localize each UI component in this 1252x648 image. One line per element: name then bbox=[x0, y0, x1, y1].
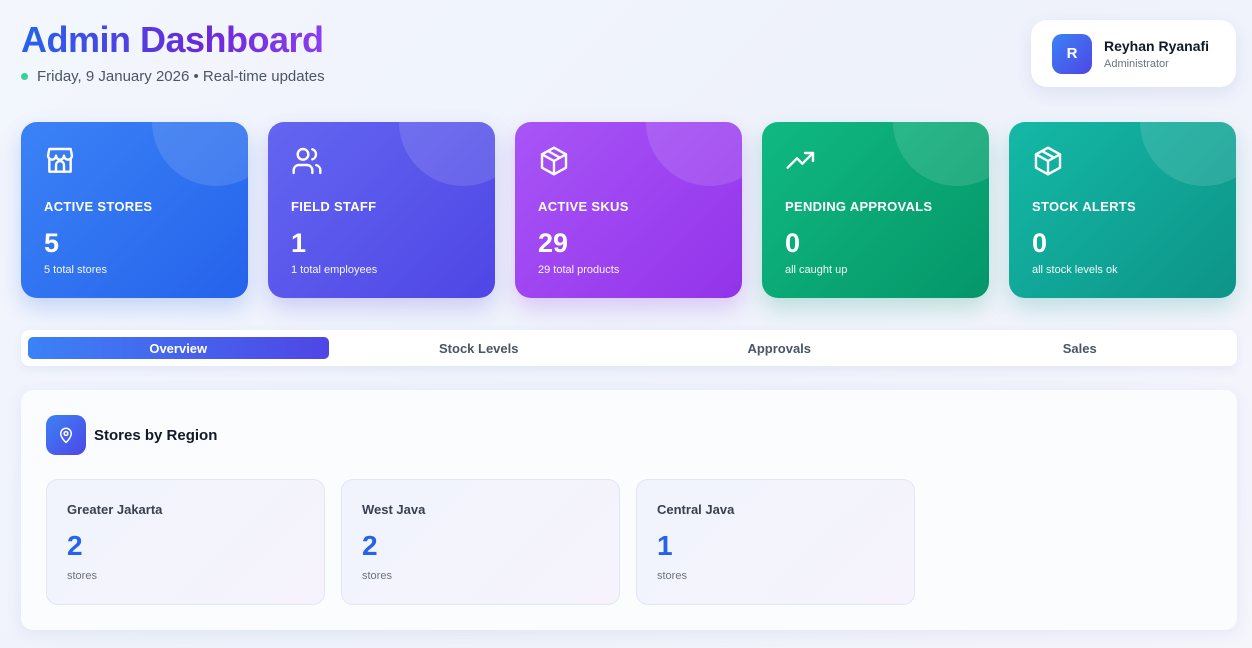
stat-value: 0 bbox=[1032, 228, 1048, 258]
region-count: 2 bbox=[362, 530, 378, 561]
live-status-dot-icon bbox=[21, 73, 28, 80]
user-name: Reyhan Ryanafi bbox=[1104, 37, 1210, 54]
stat-note: 5 total stores bbox=[44, 264, 107, 276]
page-header: Admin Dashboard Friday, 9 January 2026 •… bbox=[21, 18, 325, 85]
region-unit: stores bbox=[67, 570, 97, 582]
stat-value: 1 bbox=[291, 228, 307, 258]
avatar: R bbox=[1052, 33, 1092, 74]
region-unit: stores bbox=[657, 570, 687, 582]
region-card-west-java[interactable]: West Java 2 stores bbox=[341, 479, 620, 605]
stat-note: 1 total employees bbox=[291, 264, 378, 276]
card-decoration bbox=[1140, 122, 1236, 186]
stat-value: 5 bbox=[44, 228, 60, 258]
users-icon bbox=[291, 145, 323, 177]
region-card-central-java[interactable]: Central Java 1 stores bbox=[636, 479, 915, 605]
region-card-greater-jakarta[interactable]: Greater Jakarta 2 stores bbox=[46, 479, 325, 605]
stores-by-region-panel: Stores by Region Greater Jakarta 2 store… bbox=[21, 390, 1237, 630]
package-icon bbox=[1032, 145, 1064, 177]
stat-note: all stock levels ok bbox=[1032, 264, 1118, 276]
stat-label: ACTIVE SKUS bbox=[538, 199, 629, 214]
card-decoration bbox=[893, 122, 989, 186]
stat-cards: ACTIVE STORES 5 5 total stores FIELD STA… bbox=[21, 122, 1236, 298]
stat-card-field-staff[interactable]: FIELD STAFF 1 1 total employees bbox=[268, 122, 495, 298]
admin-dashboard: Admin Dashboard Friday, 9 January 2026 •… bbox=[0, 0, 1252, 648]
stat-note: all caught up bbox=[785, 264, 848, 276]
region-name: Central Java bbox=[657, 502, 735, 517]
dashboard-tabs: Overview Stock Levels Approvals Sales bbox=[21, 330, 1237, 366]
page-title: Admin Dashboard bbox=[21, 19, 324, 60]
page-subtitle: Friday, 9 January 2026 • Real-time updat… bbox=[21, 68, 325, 85]
stat-label: FIELD STAFF bbox=[291, 199, 377, 214]
stat-value: 29 bbox=[538, 228, 569, 258]
card-decoration bbox=[646, 122, 742, 186]
stat-card-active-stores[interactable]: ACTIVE STORES 5 5 total stores bbox=[21, 122, 248, 298]
stat-label: ACTIVE STORES bbox=[44, 199, 153, 214]
stat-value: 0 bbox=[785, 228, 801, 258]
stat-note: 29 total products bbox=[538, 264, 620, 276]
region-count: 1 bbox=[657, 530, 673, 561]
map-pin-icon bbox=[46, 415, 86, 455]
user-role: Administrator bbox=[1104, 57, 1169, 70]
user-profile-card[interactable]: R Reyhan Ryanafi Administrator bbox=[1031, 20, 1236, 87]
region-list: Greater Jakarta 2 stores West Java 2 sto… bbox=[46, 479, 915, 605]
tab-approvals[interactable]: Approvals bbox=[629, 337, 930, 359]
panel-title: Stores by Region bbox=[94, 426, 218, 444]
store-icon bbox=[44, 145, 76, 177]
package-icon bbox=[538, 145, 570, 177]
tab-sales[interactable]: Sales bbox=[930, 337, 1231, 359]
region-name: West Java bbox=[362, 502, 426, 517]
user-info: Reyhan Ryanafi Administrator bbox=[1104, 38, 1209, 70]
trending-up-icon bbox=[785, 145, 817, 177]
region-count: 2 bbox=[67, 530, 83, 561]
card-decoration bbox=[399, 122, 495, 186]
stat-card-pending-approvals[interactable]: PENDING APPROVALS 0 all caught up bbox=[762, 122, 989, 298]
stat-label: STOCK ALERTS bbox=[1032, 199, 1136, 214]
stat-card-stock-alerts[interactable]: STOCK ALERTS 0 all stock levels ok bbox=[1009, 122, 1236, 298]
tab-stock-levels[interactable]: Stock Levels bbox=[329, 337, 630, 359]
region-unit: stores bbox=[362, 570, 392, 582]
region-name: Greater Jakarta bbox=[67, 502, 163, 517]
card-decoration bbox=[152, 122, 248, 186]
tab-overview[interactable]: Overview bbox=[28, 337, 329, 359]
date-status-text: Friday, 9 January 2026 • Real-time updat… bbox=[37, 68, 325, 85]
stat-label: PENDING APPROVALS bbox=[785, 199, 933, 214]
panel-header: Stores by Region bbox=[46, 415, 217, 455]
stat-card-active-skus[interactable]: ACTIVE SKUS 29 29 total products bbox=[515, 122, 742, 298]
